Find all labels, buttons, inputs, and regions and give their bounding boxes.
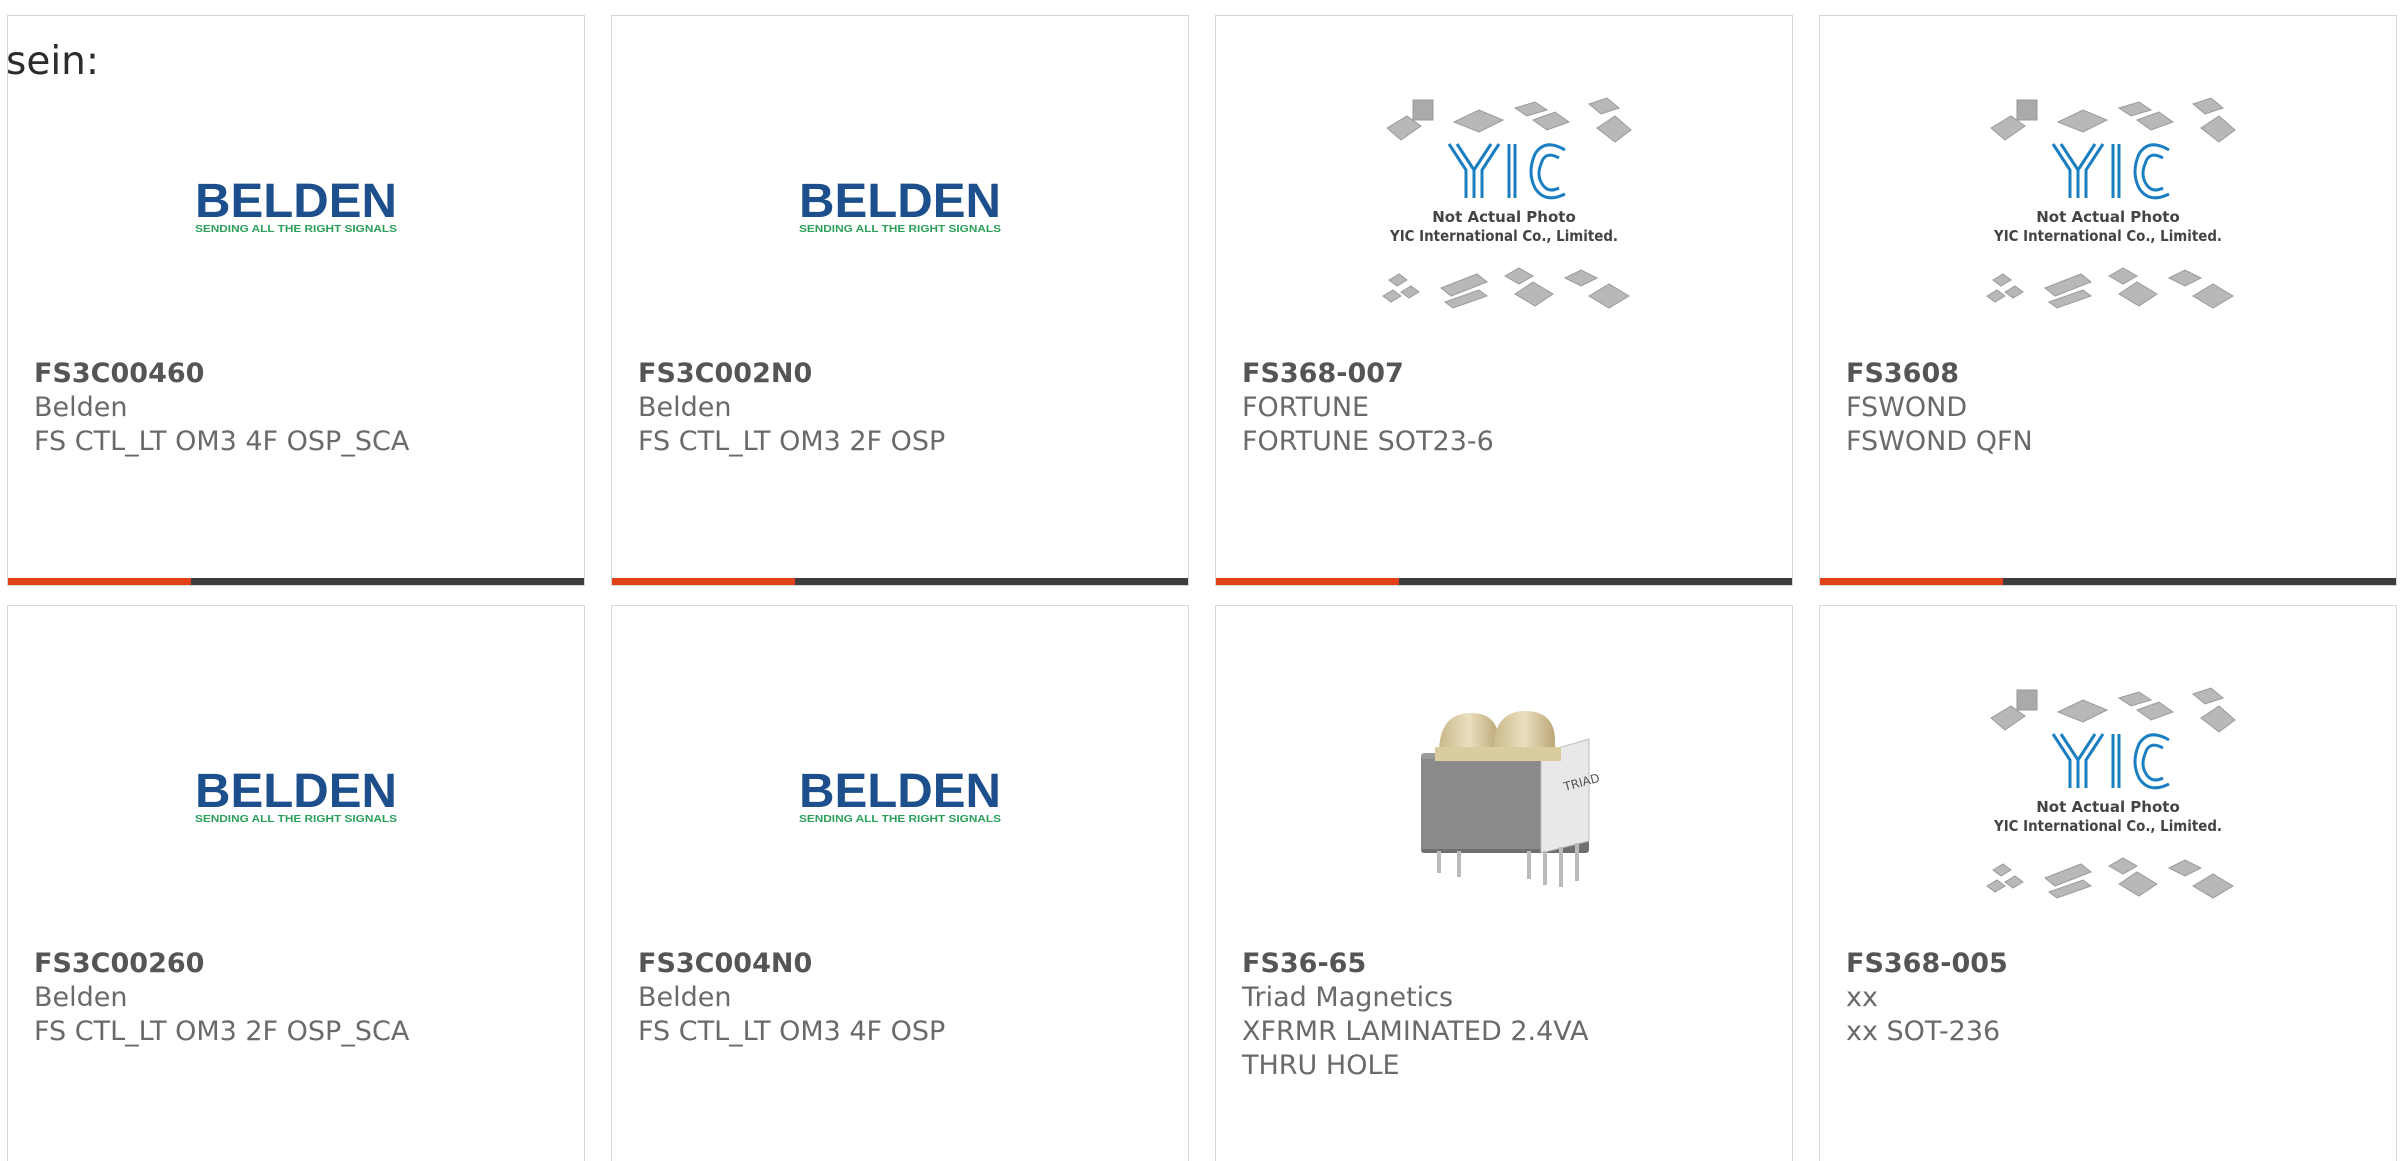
product-info: FS368-005 xx xx SOT-236	[1846, 947, 2376, 1049]
product-info: FS3608 FSWOND FSWOND QFN	[1846, 357, 2376, 459]
card-bottom-bar	[612, 578, 1188, 585]
manufacturer: FSWOND	[1846, 392, 1968, 423]
product-image[interactable]: BELDEN SENDING ALL THE RIGHT SIGNALS	[8, 51, 584, 361]
not-actual-photo-text: Not Actual Photo	[2036, 798, 2180, 816]
yic-company-text: YIC International Co., Limited.	[1993, 817, 2222, 835]
description: FS CTL_LT OM3 4F OSP	[638, 1016, 946, 1047]
belden-tagline: SENDING ALL THE RIGHT SIGNALS	[799, 224, 1001, 235]
product-grid-page: sein: BELDEN SENDING ALL THE RIGHT SIGNA…	[0, 0, 2400, 1161]
manufacturer: Belden	[638, 982, 732, 1013]
card-accent-bar	[612, 578, 795, 585]
not-actual-photo-text: Not Actual Photo	[2036, 208, 2180, 226]
part-number[interactable]: FS3C002N0	[638, 357, 1168, 391]
product-card[interactable]: TRIAD FS36-65 Triad Magnetics XFRMR LAMI…	[1215, 605, 1793, 1161]
manufacturer: xx	[1846, 982, 1878, 1013]
belden-logo: BELDEN SENDING ALL THE RIGHT SIGNALS	[193, 176, 399, 236]
product-image[interactable]: Not Actual Photo YIC International Co., …	[1820, 51, 2396, 361]
card-bottom-bar	[1216, 578, 1792, 585]
product-card[interactable]: BELDEN SENDING ALL THE RIGHT SIGNALS FS3…	[7, 15, 585, 586]
product-card[interactable]: BELDEN SENDING ALL THE RIGHT SIGNALS FS3…	[611, 605, 1189, 1161]
part-number[interactable]: FS3C00260	[34, 947, 564, 981]
part-number[interactable]: FS3C004N0	[638, 947, 1168, 981]
description: FS CTL_LT OM3 2F OSP	[638, 426, 946, 457]
description: FS CTL_LT OM3 2F OSP_SCA	[34, 1016, 410, 1047]
product-card[interactable]: Not Actual Photo YIC International Co., …	[1819, 605, 2397, 1161]
product-info: FS3C002N0 Belden FS CTL_LT OM3 2F OSP	[638, 357, 1168, 459]
part-number[interactable]: FS368-007	[1242, 357, 1772, 391]
card-accent-bar	[1820, 578, 2003, 585]
product-image[interactable]: BELDEN SENDING ALL THE RIGHT SIGNALS	[8, 641, 584, 951]
belden-tagline: SENDING ALL THE RIGHT SIGNALS	[195, 224, 397, 235]
description: FORTUNE SOT23-6	[1242, 426, 1494, 457]
part-number[interactable]: FS3608	[1846, 357, 2376, 391]
belden-wordmark: BELDEN	[195, 176, 397, 228]
part-number[interactable]: FS3C00460	[34, 357, 564, 391]
description: FS CTL_LT OM3 4F OSP_SCA	[34, 426, 410, 457]
card-bottom-bar	[1820, 578, 2396, 585]
manufacturer: Triad Magnetics	[1242, 982, 1454, 1013]
not-actual-photo-text: Not Actual Photo	[1432, 208, 1576, 226]
belden-wordmark: BELDEN	[799, 176, 1001, 228]
manufacturer: FORTUNE	[1242, 392, 1370, 423]
product-card[interactable]: Not Actual Photo YIC International Co., …	[1215, 15, 1793, 586]
intro-text: sein:	[6, 39, 100, 84]
part-number[interactable]: FS36-65	[1242, 947, 1772, 981]
belden-wordmark: BELDEN	[195, 766, 397, 818]
belden-wordmark: BELDEN	[799, 766, 1001, 818]
description: FSWOND QFN	[1846, 426, 2033, 457]
card-bottom-bar	[8, 578, 584, 585]
yic-company-text: YIC International Co., Limited.	[1993, 227, 2222, 245]
product-card[interactable]: BELDEN SENDING ALL THE RIGHT SIGNALS FS3…	[611, 15, 1189, 586]
manufacturer: Belden	[638, 392, 732, 423]
card-accent-bar	[1216, 578, 1399, 585]
product-info: FS36-65 Triad Magnetics XFRMR LAMINATED …	[1242, 947, 1772, 1083]
product-info: FS3C00260 Belden FS CTL_LT OM3 2F OSP_SC…	[34, 947, 564, 1049]
product-image[interactable]: TRIAD	[1216, 641, 1792, 951]
product-image[interactable]: Not Actual Photo YIC International Co., …	[1216, 51, 1792, 361]
belden-tagline: SENDING ALL THE RIGHT SIGNALS	[195, 814, 397, 825]
product-image[interactable]: Not Actual Photo YIC International Co., …	[1820, 641, 2396, 951]
product-card[interactable]: Not Actual Photo YIC International Co., …	[1819, 15, 2397, 586]
description: xx SOT-236	[1846, 1016, 2001, 1047]
product-image[interactable]: BELDEN SENDING ALL THE RIGHT SIGNALS	[612, 641, 1188, 951]
belden-tagline: SENDING ALL THE RIGHT SIGNALS	[799, 814, 1001, 825]
belden-logo: BELDEN SENDING ALL THE RIGHT SIGNALS	[797, 176, 1003, 236]
yic-company-text: YIC International Co., Limited.	[1389, 227, 1618, 245]
part-number[interactable]: FS368-005	[1846, 947, 2376, 981]
belden-logo: BELDEN SENDING ALL THE RIGHT SIGNALS	[193, 766, 399, 826]
product-info: FS3C004N0 Belden FS CTL_LT OM3 4F OSP	[638, 947, 1168, 1049]
yic-placeholder-image: Not Actual Photo YIC International Co., …	[1369, 86, 1639, 326]
product-info: FS3C00460 Belden FS CTL_LT OM3 4F OSP_SC…	[34, 357, 564, 459]
belden-logo: BELDEN SENDING ALL THE RIGHT SIGNALS	[797, 766, 1003, 826]
card-accent-bar	[8, 578, 191, 585]
product-card[interactable]: BELDEN SENDING ALL THE RIGHT SIGNALS FS3…	[7, 605, 585, 1161]
manufacturer: Belden	[34, 982, 128, 1013]
yic-placeholder-image: Not Actual Photo YIC International Co., …	[1973, 86, 2243, 326]
yic-placeholder-image: Not Actual Photo YIC International Co., …	[1973, 676, 2243, 916]
product-image[interactable]: BELDEN SENDING ALL THE RIGHT SIGNALS	[612, 51, 1188, 361]
description: XFRMR LAMINATED 2.4VA THRU HOLE	[1242, 1016, 1589, 1081]
manufacturer: Belden	[34, 392, 128, 423]
transformer-photo: TRIAD	[1399, 691, 1609, 901]
product-info: FS368-007 FORTUNE FORTUNE SOT23-6	[1242, 357, 1772, 459]
